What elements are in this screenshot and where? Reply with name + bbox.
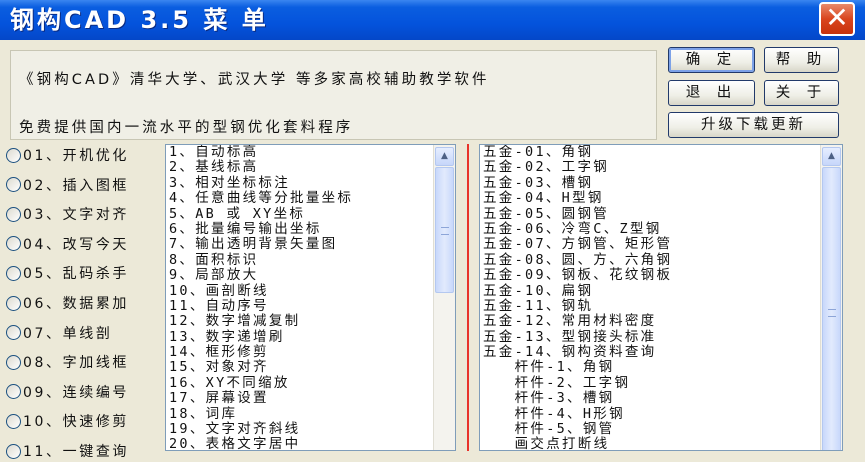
list-item[interactable]: 画交点打断线 (483, 437, 822, 450)
info-line-2: 免费提供国内一流水平的型钢优化套料程序 (19, 120, 354, 136)
list-item[interactable]: 9、局部放大 (169, 267, 435, 283)
radio-circle-icon[interactable] (6, 384, 21, 400)
radio-option[interactable]: 01、开机优化 (6, 144, 129, 166)
list-item[interactable]: 8、面积标识 (169, 252, 435, 268)
list-item[interactable]: 17、屏幕设置 (169, 390, 435, 406)
scroll-up-arrow[interactable]: ▲ (822, 147, 841, 166)
window-title: 钢构CAD 3.5 菜 单 (10, 6, 269, 34)
right-command-list[interactable]: 五金-01、角钢 五金-02、工字钢 五金-03、槽钢 五金-04、H型钢 五金-05、… (479, 144, 843, 451)
list-item[interactable]: 7、输出透明背景矢量图 (169, 236, 435, 252)
list-item[interactable]: 杆件-3、槽钢 (483, 390, 822, 406)
list-item[interactable]: 五金-01、角钢 (483, 145, 822, 160)
list-item[interactable]: 杆件-2、工字钢 (483, 375, 822, 391)
list-item[interactable]: 6、批量编号输出坐标 (169, 221, 435, 237)
list-item[interactable]: 五金-09、钢板、花纹钢板 (483, 267, 822, 283)
right-scrollbar[interactable]: ▲ (820, 145, 842, 450)
list-item[interactable]: 12、数字增减复制 (169, 313, 435, 329)
radio-option[interactable]: 11、一键查询 (6, 440, 129, 462)
radio-label: 05、乱码杀手 (23, 266, 130, 283)
radio-option[interactable]: 10、快速修剪 (6, 410, 129, 432)
list-item[interactable]: 20、表格文字居中 (169, 437, 435, 450)
radio-option[interactable]: 04、改写今天 (6, 233, 129, 255)
ok-button[interactable]: 确 定 (668, 47, 755, 73)
list-item[interactable]: 五金-05、圆钢管 (483, 206, 822, 222)
radio-circle-icon[interactable] (6, 325, 21, 341)
radio-label: 11、一键查询 (23, 444, 130, 460)
exit-button[interactable]: 退 出 (668, 80, 755, 106)
list-item[interactable]: 3、相对坐标标注 (169, 175, 435, 191)
radio-label: 01、开机优化 (23, 148, 130, 164)
list-item[interactable]: 五金-06、冷弯C、Z型钢 (483, 221, 822, 237)
list-item[interactable]: 10、画剖断线 (169, 283, 435, 299)
close-icon: ✕ (825, 1, 849, 34)
radio-option[interactable]: 02、插入图框 (6, 174, 129, 196)
divider-line (467, 144, 469, 451)
list-item[interactable]: 五金-03、槽钢 (483, 175, 822, 191)
radio-circle-icon[interactable] (6, 177, 21, 193)
radio-circle-icon[interactable] (6, 206, 21, 222)
list-item[interactable]: 18、词库 (169, 406, 435, 422)
list-item[interactable]: 19、文字对齐斜线 (169, 421, 435, 437)
list-item[interactable]: 五金-04、H型钢 (483, 190, 822, 206)
radio-label: 06、数据累加 (23, 296, 130, 312)
list-item[interactable]: 五金-12、常用材料密度 (483, 313, 822, 329)
radio-label: 10、快速修剪 (23, 414, 130, 431)
thumb-grip (828, 309, 836, 317)
title-bar: 钢构CAD 3.5 菜 单 ✕ (0, 0, 865, 40)
radio-option[interactable]: 03、文字对齐 (6, 203, 129, 225)
list-item[interactable]: 五金-08、圆、方、六角钢 (483, 252, 822, 268)
list-item[interactable]: 五金-07、方钢管、矩形管 (483, 236, 822, 252)
radio-label: 08、字加线框 (23, 355, 130, 372)
radio-circle-icon[interactable] (6, 443, 21, 459)
info-line-1: 《钢构CAD》清华大学、武汉大学 等多家高校辅助教学软件 (19, 72, 490, 88)
close-button[interactable]: ✕ (819, 2, 855, 36)
radio-circle-icon[interactable] (6, 295, 21, 311)
radio-label: 04、改写今天 (23, 236, 130, 253)
list-item[interactable]: 16、XY不同缩放 (169, 375, 435, 391)
radio-option[interactable]: 09、连续编号 (6, 381, 129, 403)
list-item[interactable]: 2、基线标高 (169, 159, 435, 175)
upgrade-button[interactable]: 升级下载更新 (668, 112, 839, 138)
list-item[interactable]: 五金-13、型钢接头标准 (483, 329, 822, 345)
radio-option[interactable]: 08、字加线框 (6, 351, 129, 373)
radio-circle-icon[interactable] (6, 236, 21, 252)
list-item[interactable]: 14、框形修剪 (169, 344, 435, 360)
radio-circle-icon[interactable] (6, 354, 21, 370)
list-item[interactable]: 五金-02、工字钢 (483, 159, 822, 175)
list-item[interactable]: 杆件-1、角钢 (483, 360, 822, 376)
scroll-up-arrow[interactable]: ▲ (435, 147, 454, 166)
list-item[interactable]: 4、任意曲线等分批量坐标 (169, 190, 435, 206)
radio-label: 09、连续编号 (23, 384, 130, 401)
list-item[interactable]: 5、AB 或 XY坐标 (169, 206, 435, 222)
radio-label: 03、文字对齐 (23, 207, 130, 224)
list-item[interactable]: 五金-14、钢构资料查询 (483, 344, 822, 360)
scroll-thumb[interactable] (822, 167, 841, 450)
scroll-thumb[interactable] (435, 167, 454, 293)
about-button[interactable]: 关 于 (764, 80, 839, 106)
list-item[interactable]: 13、数字递增刷 (169, 329, 435, 345)
radio-label: 02、插入图框 (23, 177, 130, 194)
radio-option[interactable]: 07、单线剖 (6, 322, 112, 344)
left-command-list[interactable]: 1、自动标高 2、基线标高 3、相对坐标标注 4、任意曲线等分批量坐标 5、AB 或 X… (165, 144, 456, 451)
thumb-grip (441, 227, 449, 235)
list-item[interactable]: 11、自动序号 (169, 298, 435, 314)
radio-circle-icon[interactable] (6, 147, 21, 163)
radio-label: 07、单线剖 (23, 325, 113, 342)
help-button[interactable]: 帮 助 (764, 47, 839, 73)
radio-circle-icon[interactable] (6, 265, 21, 281)
left-list-items: 1、自动标高 2、基线标高 3、相对坐标标注 4、任意曲线等分批量坐标 5、AB 或 X… (169, 145, 435, 450)
list-item[interactable]: 五金-11、钢轨 (483, 298, 822, 314)
list-item[interactable]: 五金-10、扁钢 (483, 283, 822, 299)
radio-circle-icon[interactable] (6, 413, 21, 429)
radio-option[interactable]: 06、数据累加 (6, 292, 129, 314)
radio-option[interactable]: 05、乱码杀手 (6, 262, 129, 284)
left-scrollbar[interactable]: ▲ (433, 145, 455, 450)
right-list-items: 五金-01、角钢 五金-02、工字钢 五金-03、槽钢 五金-04、H型钢 五金-05、… (483, 145, 822, 450)
info-panel: 《钢构CAD》清华大学、武汉大学 等多家高校辅助教学软件 免费提供国内一流水平的… (10, 50, 657, 140)
list-item[interactable]: 15、对象对齐 (169, 360, 435, 376)
list-item[interactable]: 杆件-4、H形钢 (483, 406, 822, 422)
